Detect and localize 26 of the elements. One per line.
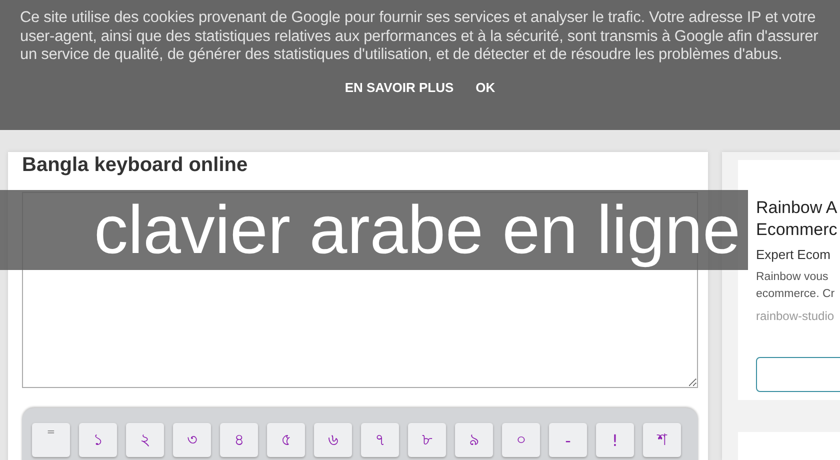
keyboard-key[interactable]: ২ xyxy=(126,423,164,457)
keyboard-key[interactable]: ! xyxy=(596,423,634,457)
ad-title[interactable]: Rainbow A xyxy=(756,197,840,219)
ad-subtitle: Expert Ecom xyxy=(756,247,832,262)
cookie-notice-text: Ce site utilise des cookies provenant de Google pour fournir ses services et analyser le trafic. Votre adresse IP et votre user-agent, ainsi que des statistiques relatives aux performances et à la sécurité, sont transmis à Google afin d'assurer un service de qualité, de générer des statistiques d'utilisation, et de détecter et de résoudre les problèmes d'abus. xyxy=(20,9,820,64)
ad-button[interactable] xyxy=(756,357,840,392)
site-title-overlay: clavier arabe en ligne xyxy=(94,191,740,270)
keyboard-key[interactable]: ১ xyxy=(79,423,117,457)
keyboard-key[interactable]: ৬ xyxy=(314,423,352,457)
keyboard-key[interactable]: = xyxy=(32,423,70,457)
keyboard-key[interactable]: ৯ xyxy=(455,423,493,457)
ad-url: rainbow-studio xyxy=(756,309,836,323)
cookie-button[interactable]: EN SAVOIR PLUS xyxy=(334,76,464,98)
ad-title[interactable]: Ecommerc xyxy=(756,219,840,241)
keyboard-key[interactable]: ৪ xyxy=(220,423,258,457)
keyboard-key[interactable]: ০ xyxy=(502,423,540,457)
cookie-button[interactable]: OK xyxy=(466,76,506,98)
keyboard-key[interactable]: ৫ xyxy=(267,423,305,457)
page-title: Bangla keyboard online xyxy=(22,153,249,177)
keyboard-key[interactable]: ৩ xyxy=(173,423,211,457)
keyboard-key[interactable]: শ xyxy=(643,423,681,457)
keyboard-key[interactable]: - xyxy=(549,423,587,457)
keyboard-key[interactable]: ৮ xyxy=(408,423,446,457)
keyboard-key[interactable]: ৭ xyxy=(361,423,399,457)
ad-text: ecommerce. Cr xyxy=(756,287,836,302)
ad-text: Rainbow vous xyxy=(756,270,830,285)
